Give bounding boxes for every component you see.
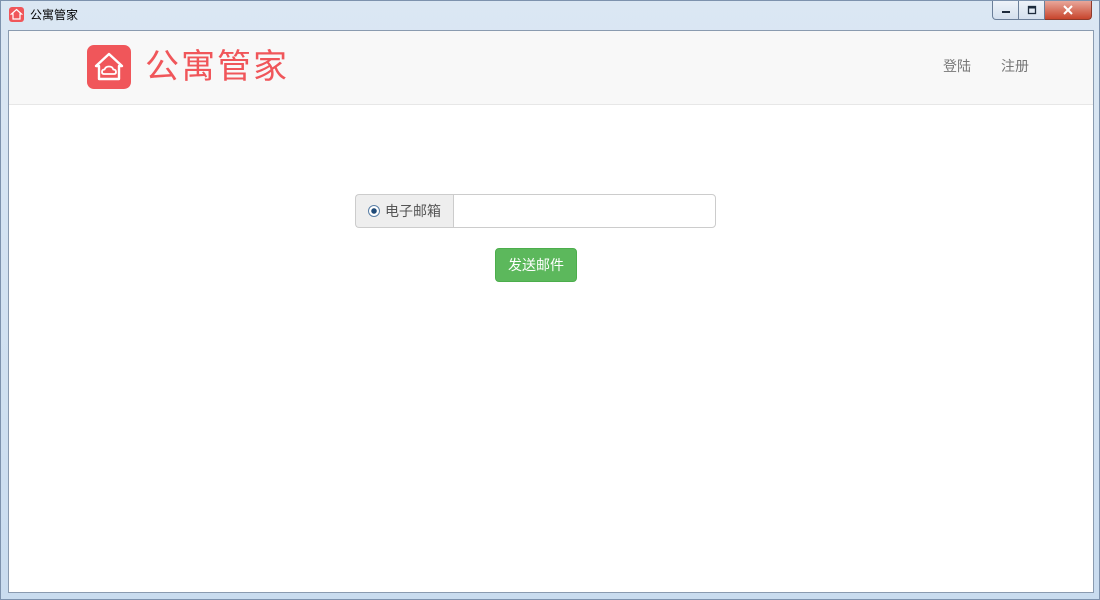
- minimize-icon: [1001, 11, 1010, 13]
- email-radio-addon[interactable]: 电子邮箱: [355, 194, 453, 228]
- title-bar[interactable]: 公寓管家: [1, 1, 1099, 29]
- register-link[interactable]: 注册: [1001, 57, 1029, 77]
- email-radio[interactable]: [368, 205, 380, 217]
- login-link[interactable]: 登陆: [943, 57, 971, 77]
- navbar: 公寓管家 登陆 注册: [9, 31, 1093, 105]
- brand-logo[interactable]: 公寓管家: [87, 45, 289, 89]
- email-input-group: 电子邮箱: [355, 194, 716, 228]
- app-window: 公寓管家 公寓管家 登陆 注册 电子邮箱 发送邮件: [0, 0, 1100, 600]
- page-content: 公寓管家 登陆 注册 电子邮箱 发送邮件: [8, 30, 1094, 593]
- send-email-button[interactable]: 发送邮件: [495, 248, 577, 282]
- brand-name: 公寓管家: [145, 47, 289, 87]
- maximize-icon: [1027, 5, 1036, 15]
- email-radio-label: 电子邮箱: [385, 204, 441, 220]
- email-input[interactable]: [453, 194, 716, 228]
- house-icon: [9, 7, 24, 22]
- close-button[interactable]: [1045, 1, 1092, 20]
- maximize-button[interactable]: [1019, 1, 1045, 20]
- minimize-button[interactable]: [992, 1, 1019, 20]
- nav-links: 登陆 注册: [913, 57, 1029, 77]
- window-controls: [992, 1, 1092, 21]
- house-cloud-icon: [87, 45, 131, 89]
- window-title: 公寓管家: [30, 8, 79, 22]
- close-icon: [1063, 5, 1073, 15]
